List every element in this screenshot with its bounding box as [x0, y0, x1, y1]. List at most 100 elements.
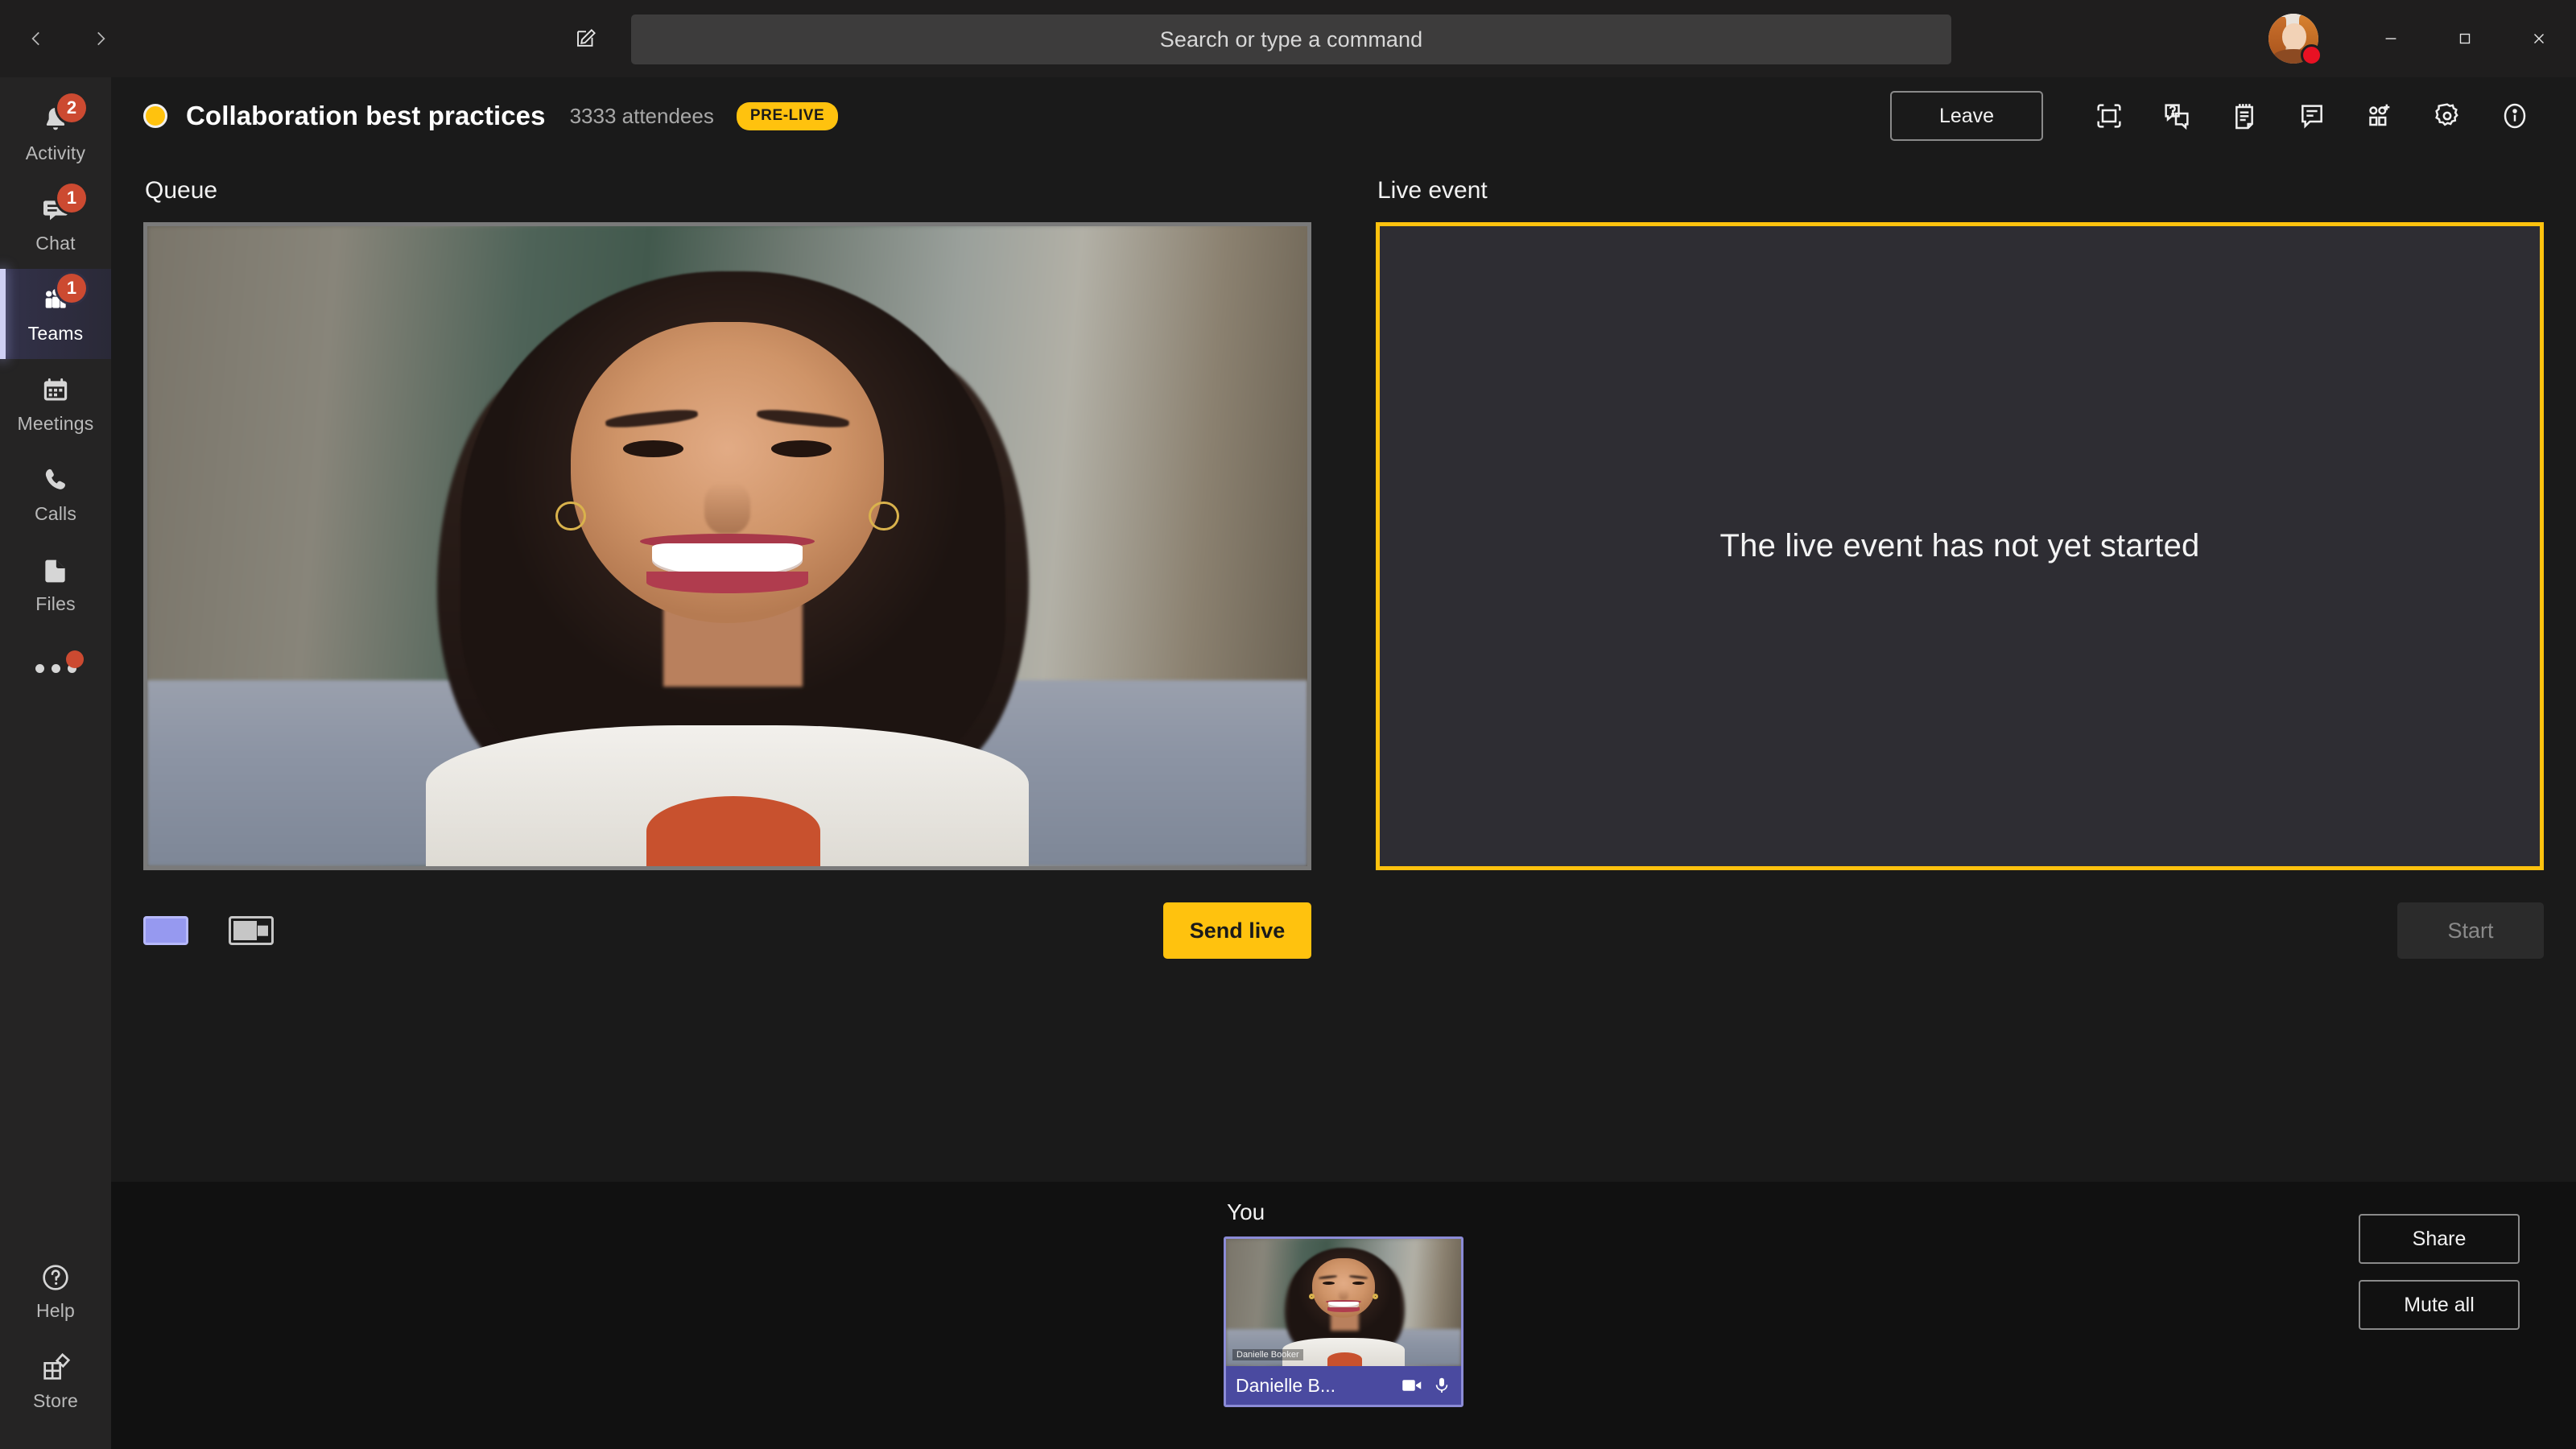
layout-side-by-side-button[interactable]: [229, 916, 274, 945]
start-button-label: Start: [2447, 918, 2494, 943]
sidebar-more-apps-button[interactable]: [0, 630, 111, 707]
maximize-icon: [2459, 33, 2471, 44]
participant-video-image: [1226, 1239, 1461, 1366]
recording-dot-icon: [143, 104, 167, 128]
live-event-pane: Live event The live event has not yet st…: [1376, 155, 2544, 1182]
back-button[interactable]: [18, 20, 55, 57]
sidebar-item-meetings[interactable]: Meetings: [0, 359, 111, 449]
sidebar-item-activity[interactable]: 2 Activity: [0, 89, 111, 179]
search-input[interactable]: Search or type a command: [631, 14, 1951, 64]
chevron-left-icon: [31, 31, 39, 46]
queue-video-image: [147, 226, 1307, 866]
sidebar-item-help[interactable]: Help: [0, 1246, 111, 1336]
minimize-icon: [2385, 38, 2396, 39]
app-body: 2 Activity 1 Chat 1 Teams Meetings Calls…: [0, 77, 2576, 1449]
share-button-label: Share: [2412, 1227, 2467, 1250]
add-people-button[interactable]: [2347, 84, 2412, 148]
meeting-toolbar: [2077, 84, 2547, 148]
sidebar-item-files[interactable]: Files: [0, 539, 111, 630]
files-icon: [37, 554, 74, 588]
meeting-header: Collaboration best practices 3333 attend…: [111, 77, 2576, 155]
sidebar-item-store[interactable]: Store: [0, 1336, 111, 1426]
qna-icon: [2165, 104, 2189, 130]
microphone-icon: [1435, 1377, 1448, 1393]
help-icon: [37, 1261, 74, 1294]
send-live-label: Send live: [1189, 918, 1286, 943]
mute-all-button[interactable]: Mute all: [2359, 1280, 2520, 1330]
navigation-arrows: [18, 20, 119, 57]
send-live-button[interactable]: Send live: [1163, 902, 1311, 959]
leave-button-label: Leave: [1938, 104, 1995, 127]
camera-toggle-button[interactable]: [1400, 1373, 1424, 1397]
sidebar-item-calls[interactable]: Calls: [0, 449, 111, 539]
attendee-count: 3333 attendees: [569, 103, 714, 128]
chevron-right-icon: [97, 31, 105, 46]
page-title: Collaboration best practices: [186, 101, 546, 130]
live-event-title: Live event: [1377, 177, 1488, 204]
mic-toggle-button[interactable]: [1432, 1373, 1451, 1397]
teams-icon: 1: [37, 274, 86, 317]
sidebar-item-teams[interactable]: 1 Teams: [0, 269, 111, 359]
chat-panel-button[interactable]: [2280, 84, 2344, 148]
you-label: You: [1227, 1199, 1265, 1224]
avatar[interactable]: [2268, 14, 2322, 66]
qna-button[interactable]: [2145, 84, 2209, 148]
minimize-button[interactable]: [2354, 0, 2428, 77]
presence-badge: [2301, 44, 2322, 66]
activity-badge: 2: [57, 93, 86, 122]
notes-button[interactable]: [2212, 84, 2277, 148]
bottom-actions: Share Mute all: [2359, 1214, 2520, 1330]
camera-icon: [1402, 1380, 1422, 1391]
you-section: You Danielle Booker Danielle B...: [1224, 1199, 1463, 1407]
info-button[interactable]: [2483, 84, 2547, 148]
share-button[interactable]: Share: [2359, 1214, 2520, 1264]
chat-badge: 1: [57, 184, 86, 213]
live-event-controls: Start: [1376, 870, 2544, 959]
rail-top-items: 2 Activity 1 Chat 1 Teams Meetings Calls…: [0, 77, 111, 707]
rail-bottom-items: Help Store: [0, 1246, 111, 1449]
more-apps-dot-badge: [66, 650, 84, 668]
bottom-bar: You Danielle Booker Danielle B... Share …: [111, 1182, 2576, 1449]
settings-button[interactable]: [2415, 84, 2479, 148]
sidebar-item-label: Activity: [25, 142, 86, 163]
title-bar: Search or type a command: [0, 0, 2576, 77]
sidebar-item-label: Meetings: [17, 413, 94, 434]
notes-icon: [2235, 104, 2253, 130]
close-icon: [2534, 34, 2544, 43]
info-icon: [2504, 103, 2526, 129]
maximize-button[interactable]: [2428, 0, 2502, 77]
sidebar-item-label: Calls: [34, 503, 77, 524]
chat-panel-icon: [2301, 105, 2322, 129]
phone-icon: [37, 464, 74, 497]
queue-title: Queue: [145, 177, 218, 204]
status-badge: PRE-LIVE: [736, 101, 839, 130]
forward-button[interactable]: [82, 20, 119, 57]
add-people-icon: [2369, 104, 2390, 126]
sidebar-item-label: Teams: [27, 323, 84, 344]
sidebar-item-label: Store: [33, 1390, 78, 1411]
live-event-video: The live event has not yet started: [1376, 222, 2544, 870]
window-right-controls: [2268, 0, 2576, 77]
main-content: Collaboration best practices 3333 attend…: [111, 77, 2576, 1449]
sidebar-item-chat[interactable]: 1 Chat: [0, 179, 111, 269]
store-icon: [37, 1351, 74, 1385]
queue-pane: Queue Send live: [143, 155, 1311, 1182]
calendar-icon: [37, 374, 74, 407]
leave-button[interactable]: Leave: [1890, 91, 2043, 141]
sidebar-item-label: Chat: [35, 233, 76, 254]
queue-video[interactable]: [143, 222, 1311, 870]
start-button[interactable]: Start: [2397, 902, 2544, 959]
participant-name: Danielle B...: [1236, 1374, 1336, 1396]
video-overlay-name: Danielle Booker: [1232, 1349, 1303, 1360]
live-event-message: The live event has not yet started: [1719, 528, 2200, 564]
teams-badge: 1: [57, 274, 86, 303]
sidebar-item-label: Help: [35, 1300, 76, 1321]
producer-stage: Queue Send live Live event The live even…: [111, 155, 2576, 1182]
fullscreen-button[interactable]: [2077, 84, 2141, 148]
close-button[interactable]: [2502, 0, 2576, 77]
layout-single-button[interactable]: [143, 916, 188, 945]
teams-app-window: Search or type a command 2 Activity 1 Ch…: [0, 0, 2576, 1449]
settings-gear-icon: [2435, 103, 2458, 126]
new-chat-button[interactable]: [564, 16, 609, 61]
participant-tile[interactable]: Danielle Booker Danielle B...: [1224, 1236, 1463, 1407]
